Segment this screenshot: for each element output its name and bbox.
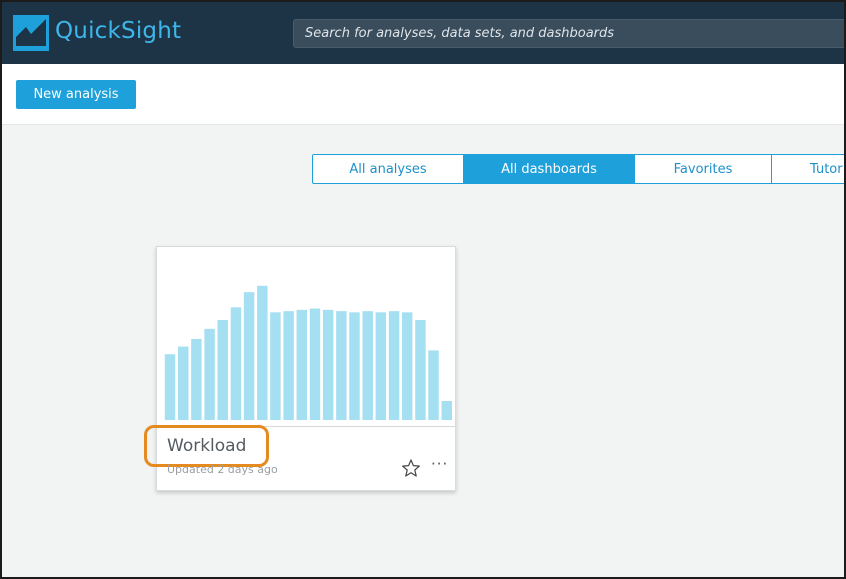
thumbnail-bar [362,311,373,421]
thumbnail-bar [164,354,176,421]
thumbnail-bar [217,319,228,421]
dashboard-title[interactable]: Workload [167,436,246,456]
thumbnail-bar [270,312,281,421]
thumbnail-bar [243,292,255,421]
ellipsis-icon[interactable]: ··· [431,455,448,473]
thumbnail-bar [257,285,268,421]
thumbnail-bar [309,308,321,421]
top-navigation-bar: QuickSight [0,0,846,64]
dashboard-thumbnail[interactable] [157,247,455,427]
thumbnail-bar [401,312,413,421]
thumbnail-bar [375,312,387,421]
tab-all-dashboards[interactable]: All dashboards [463,154,635,184]
thumbnail-bar [178,346,189,421]
updated-timestamp: Updated 2 days ago [167,463,278,476]
thumbnail-bar [296,309,307,421]
brand-name[interactable]: QuickSight [55,18,181,44]
tab-tutorials[interactable]: Tutor [771,154,846,184]
thumbnail-bar [415,319,426,421]
search-box[interactable] [293,19,846,48]
thumbnail-bar [322,309,334,421]
view-tabs: All analyses All dashboards Favorites Tu… [312,154,846,184]
new-analysis-button[interactable]: New analysis [16,80,136,109]
thumbnail-bar [441,401,452,421]
quicksight-logo-icon[interactable] [13,15,49,51]
tab-favorites[interactable]: Favorites [634,154,772,184]
star-outline-icon[interactable] [401,458,421,478]
thumbnail-bar [349,312,360,421]
thumbnail-bar [283,311,294,421]
action-toolbar: New analysis [0,64,846,125]
dashboard-card[interactable]: Workload Updated 2 days ago ··· [144,246,456,491]
thumbnail-bar [191,338,202,421]
thumbnail-bar [204,328,215,421]
tab-all-analyses[interactable]: All analyses [312,154,464,184]
search-input[interactable] [294,20,846,47]
thumbnail-bar [428,350,439,421]
thumbnail-bar [230,307,242,421]
thumbnail-bar [336,311,347,421]
thumbnail-bar [388,311,400,421]
